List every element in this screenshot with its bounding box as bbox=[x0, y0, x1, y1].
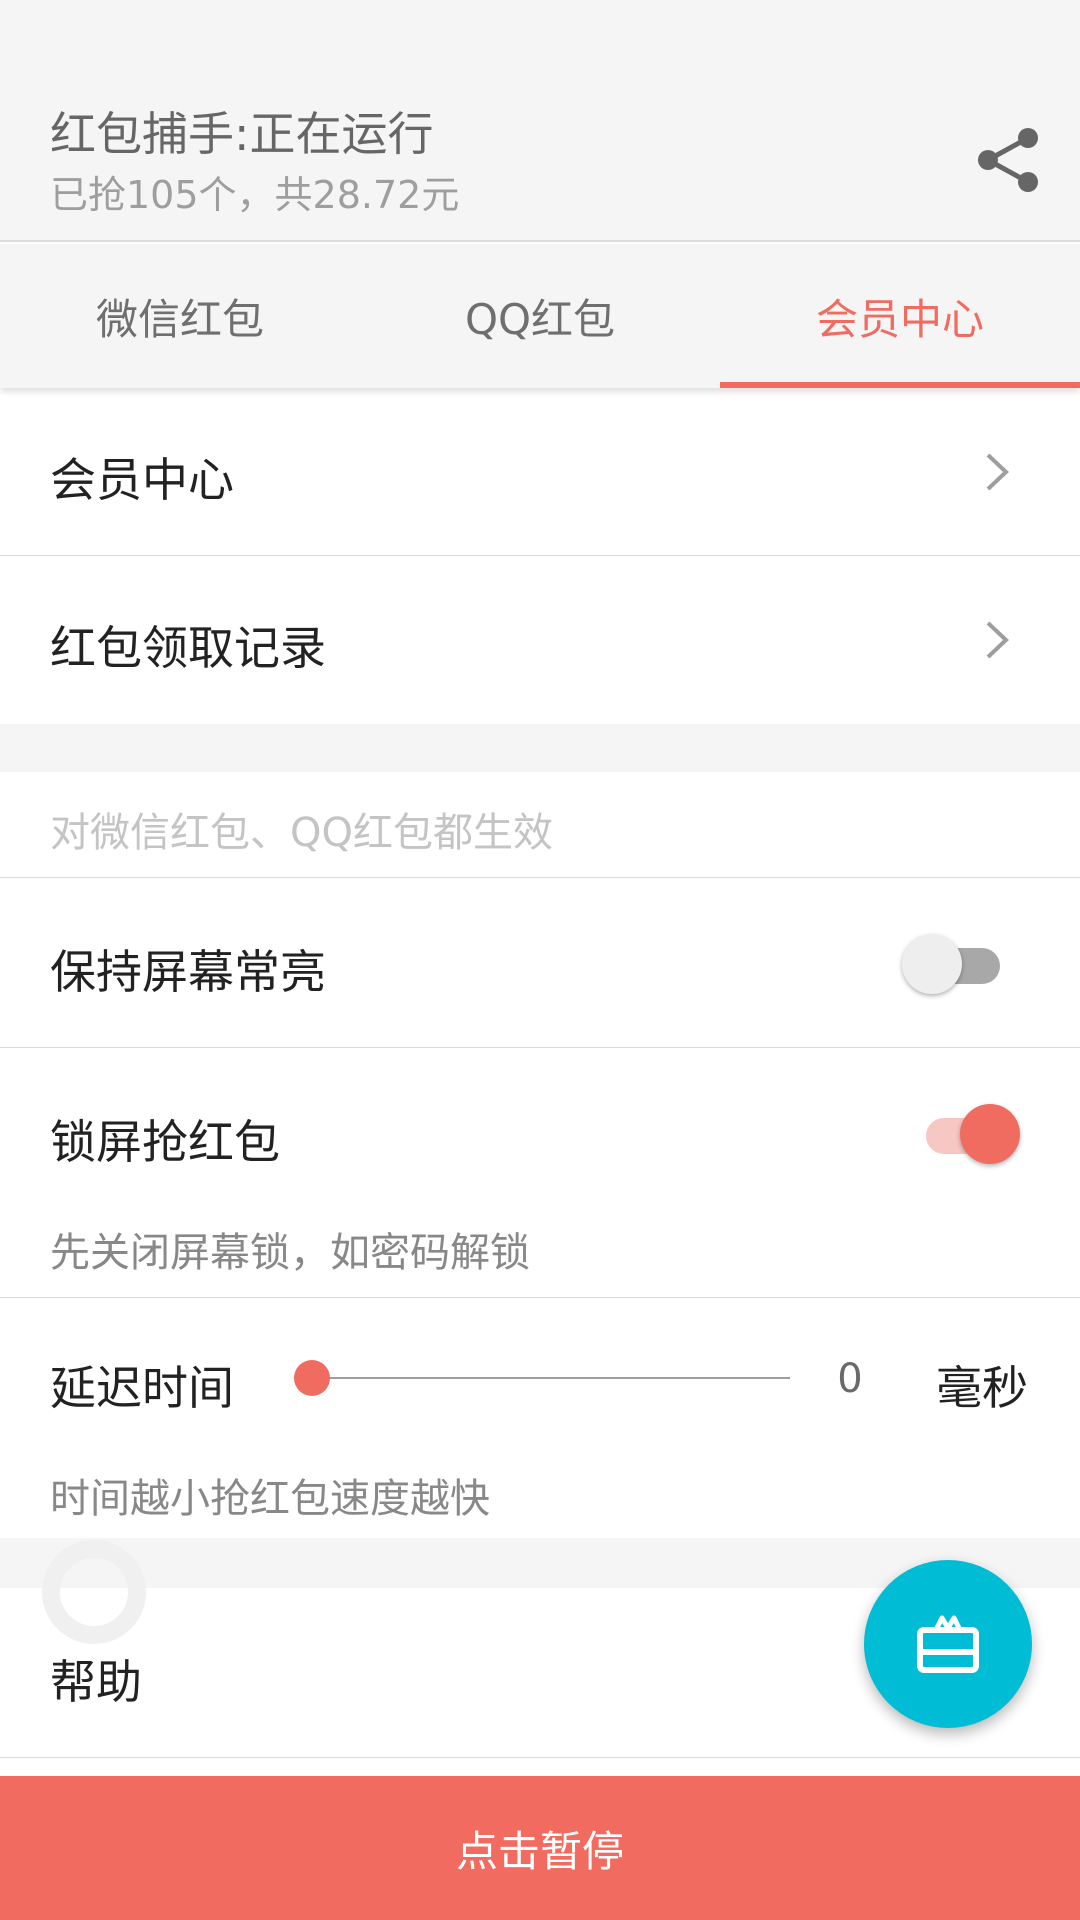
gift-card-fab[interactable] bbox=[864, 1560, 1032, 1728]
switch-thumb bbox=[902, 934, 962, 994]
tab-member-center[interactable]: 会员中心 bbox=[720, 244, 1080, 388]
member-center-label: 会员中心 bbox=[50, 453, 234, 507]
lock-screen-switch[interactable] bbox=[910, 1100, 1020, 1170]
grab-summary: 已抢105个，共28.72元 bbox=[50, 173, 460, 217]
touch-ripple bbox=[42, 1540, 146, 1644]
settings-note: 对微信红包、QQ红包都生效 bbox=[0, 772, 1080, 878]
delay-value: 0 bbox=[837, 1356, 863, 1402]
keep-screen-on-label: 保持屏幕常亮 bbox=[50, 945, 326, 999]
gift-card-icon bbox=[917, 1615, 979, 1673]
delay-label: 延迟时间 bbox=[50, 1361, 234, 1415]
section-divider bbox=[0, 724, 1080, 772]
lock-screen-label: 锁屏抢红包 bbox=[50, 1115, 280, 1169]
switch-thumb bbox=[960, 1104, 1020, 1164]
app-screen: 红包捕手:正在运行 已抢105个，共28.72元 微信红包 QQ红包 会员中心 … bbox=[0, 0, 1080, 1920]
menu-item-records[interactable]: 红包领取记录 bbox=[0, 556, 1080, 724]
records-label: 红包领取记录 bbox=[50, 621, 326, 675]
keep-screen-on-switch[interactable] bbox=[902, 930, 1012, 1000]
delay-unit: 毫秒 bbox=[936, 1361, 1028, 1415]
delay-slider[interactable] bbox=[292, 1358, 792, 1398]
tab-qq[interactable]: QQ红包 bbox=[360, 244, 720, 388]
chevron-right-icon bbox=[986, 453, 1009, 491]
app-status-title: 红包捕手:正在运行 bbox=[50, 107, 434, 161]
setting-lock-screen[interactable]: 锁屏抢红包 先关闭屏幕锁，如密码解锁 bbox=[0, 1048, 1080, 1298]
status-header: 红包捕手:正在运行 已抢105个，共28.72元 bbox=[0, 0, 1080, 242]
lock-screen-hint: 先关闭屏幕锁，如密码解锁 bbox=[50, 1230, 530, 1276]
help-label: 帮助 bbox=[50, 1655, 142, 1709]
settings-note-text: 对微信红包、QQ红包都生效 bbox=[50, 810, 553, 856]
setting-keep-screen-on[interactable]: 保持屏幕常亮 bbox=[0, 878, 1080, 1048]
slider-thumb[interactable] bbox=[294, 1360, 330, 1396]
tab-wechat[interactable]: 微信红包 bbox=[0, 244, 360, 388]
active-tab-indicator bbox=[720, 382, 1080, 388]
tab-bar: 微信红包 QQ红包 会员中心 bbox=[0, 244, 1080, 388]
delay-hint: 时间越小抢红包速度越快 bbox=[50, 1476, 490, 1522]
menu-item-member-center[interactable]: 会员中心 bbox=[0, 388, 1080, 556]
share-icon[interactable] bbox=[972, 124, 1044, 196]
pause-button[interactable]: 点击暂停 bbox=[0, 1776, 1080, 1920]
setting-delay: 延迟时间 时间越小抢红包速度越快 bbox=[0, 1298, 1080, 1538]
slider-track bbox=[312, 1377, 790, 1379]
chevron-right-icon bbox=[986, 621, 1009, 659]
